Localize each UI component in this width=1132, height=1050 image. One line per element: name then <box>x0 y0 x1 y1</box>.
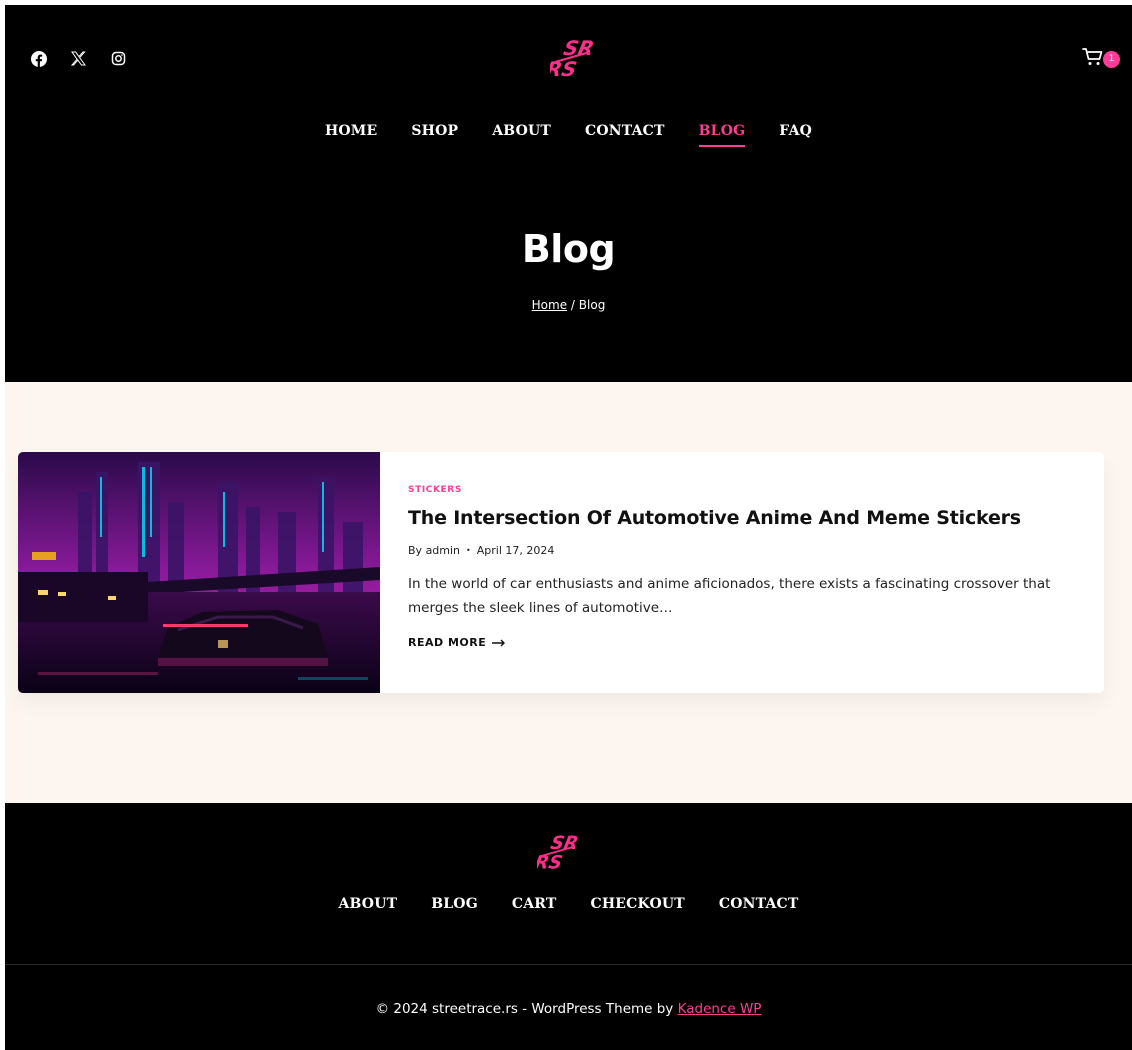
nav-item-shop[interactable]: SHOP <box>394 123 475 139</box>
instagram-icon[interactable] <box>109 49 128 68</box>
post-excerpt: In the world of car enthusiasts and anim… <box>408 576 1051 616</box>
copyright: © 2024 streetrace.rs - WordPress Theme b… <box>5 1001 1132 1017</box>
nav-item-blog[interactable]: BLOG <box>682 123 763 147</box>
post-thumbnail[interactable] <box>18 452 380 693</box>
footer-nav-cart[interactable]: CART <box>495 896 574 912</box>
post-date: April 17, 2024 <box>476 544 555 557</box>
post-meta: By admin • April 17, 2024 <box>408 544 1088 557</box>
footer-nav-checkout[interactable]: CHECKOUT <box>574 896 702 912</box>
kadence-link[interactable]: Kadence WP <box>678 1001 762 1017</box>
footer-logo[interactable]: SR RS <box>533 830 585 874</box>
cart-button[interactable]: 1 <box>1082 47 1124 71</box>
blog-content: STICKERS The Intersection Of Automotive … <box>5 382 1132 803</box>
post-card-body: STICKERS The Intersection Of Automotive … <box>408 485 1088 650</box>
post-category[interactable]: STICKERS <box>408 485 1088 495</box>
site-header: SR RS 1 HOME SHOP ABOUT CONTACT BLOG FAQ… <box>5 5 1132 382</box>
svg-text:RS: RS <box>537 853 564 874</box>
breadcrumb-separator: / <box>570 298 575 312</box>
svg-text:SR: SR <box>549 833 581 854</box>
footer-nav-blog[interactable]: BLOG <box>414 896 495 912</box>
post-card: STICKERS The Intersection Of Automotive … <box>18 452 1104 693</box>
cart-icon <box>1082 48 1103 65</box>
read-more-label: READ MORE <box>408 636 487 649</box>
post-title[interactable]: The Intersection Of Automotive Anime And… <box>408 507 1088 529</box>
copyright-text: © 2024 streetrace.rs - WordPress Theme b… <box>375 1001 674 1017</box>
page: SR RS 1 HOME SHOP ABOUT CONTACT BLOG FAQ… <box>5 5 1132 1050</box>
x-twitter-icon[interactable] <box>69 49 88 68</box>
nav-item-about[interactable]: ABOUT <box>475 123 568 139</box>
site-footer: SR RS ABOUT BLOG CART CHECKOUT CONTACT ©… <box>5 803 1132 1050</box>
nav-item-contact[interactable]: CONTACT <box>568 123 682 139</box>
breadcrumb-current: Blog <box>578 298 606 312</box>
footer-navigation: ABOUT BLOG CART CHECKOUT CONTACT <box>5 896 1132 912</box>
author-prefix: By <box>408 544 423 557</box>
read-more-link[interactable]: READ MORE <box>408 636 506 649</box>
social-links <box>29 49 128 68</box>
nav-item-faq[interactable]: FAQ <box>762 123 829 139</box>
cart-count-badge: 1 <box>1103 51 1120 68</box>
breadcrumb-home-link[interactable]: Home <box>532 298 567 312</box>
author-name[interactable]: admin <box>426 544 460 557</box>
post-author[interactable]: By admin <box>408 544 460 557</box>
meta-separator: • <box>466 546 471 555</box>
footer-nav-contact[interactable]: CONTACT <box>702 896 816 912</box>
page-title: Blog <box>521 227 616 271</box>
main-navigation: HOME SHOP ABOUT CONTACT BLOG FAQ <box>5 123 1132 147</box>
footer-nav-about[interactable]: ABOUT <box>321 896 414 912</box>
footer-divider <box>5 964 1132 965</box>
svg-text:RS: RS <box>550 57 579 81</box>
arrow-right-icon <box>492 639 506 646</box>
facebook-icon[interactable] <box>29 49 48 68</box>
site-logo[interactable]: SR RS <box>544 34 600 82</box>
breadcrumb: Home / Blog <box>5 298 1132 312</box>
nav-item-home[interactable]: HOME <box>308 123 394 139</box>
